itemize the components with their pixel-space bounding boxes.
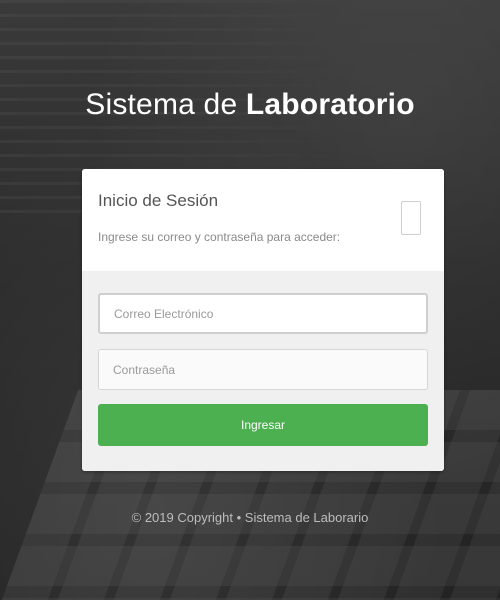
password-field[interactable] <box>98 349 428 390</box>
login-card-header: Inicio de Sesión Ingrese su correo y con… <box>82 169 444 271</box>
login-button[interactable]: Ingresar <box>98 404 428 446</box>
device-icon <box>401 201 421 235</box>
footer-copyright: © 2019 Copyright • Sistema de Laborario <box>131 510 369 525</box>
login-card: Inicio de Sesión Ingrese su correo y con… <box>82 169 444 471</box>
login-subtitle: Ingrese su correo y contraseña para acce… <box>98 230 341 244</box>
login-title: Inicio de Sesión <box>98 191 219 210</box>
app-title-light: Sistema de <box>85 88 246 121</box>
email-field[interactable] <box>98 293 428 334</box>
login-form: Ingresar <box>82 271 444 471</box>
app-title-bold: Laboratorio <box>245 88 415 121</box>
app-title: Sistema de Laboratorio <box>0 88 500 122</box>
